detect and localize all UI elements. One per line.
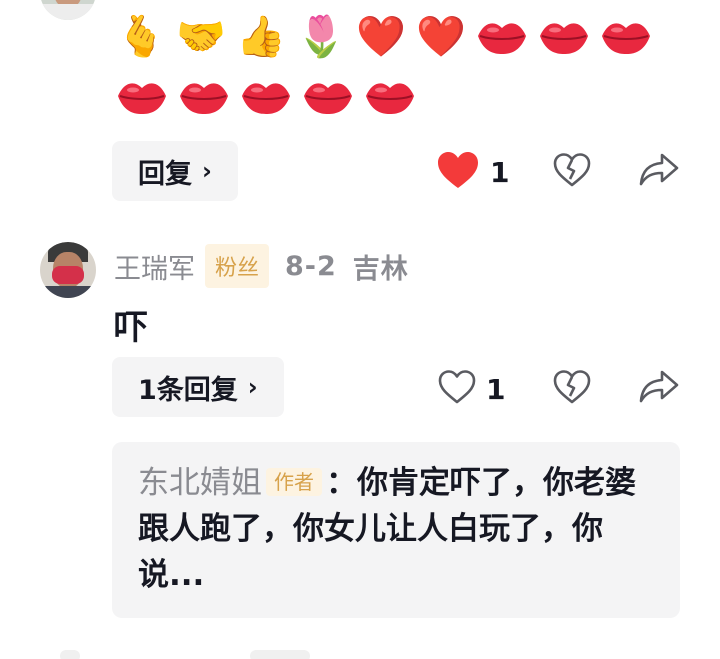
lips-emoji	[600, 12, 652, 62]
avatar[interactable]	[40, 0, 96, 20]
share-button[interactable]	[639, 152, 679, 192]
comment-text[interactable]: 吓	[114, 300, 148, 349]
flower-emoji: 🌷	[296, 14, 346, 60]
lips-emoji	[178, 72, 230, 122]
dislike-button[interactable]	[553, 369, 591, 409]
lips-emoji	[302, 72, 354, 122]
heart-icon	[438, 369, 476, 409]
handshake-emoji: 🤝	[176, 14, 226, 60]
share-icon	[639, 152, 679, 192]
reply-preview-text: 东北婧姐 作者 ：你肯定吓了，你老婆跟人跑了，你女儿让人白玩了，你说...	[138, 460, 654, 598]
author-badge: 作者	[266, 468, 322, 496]
share-icon	[639, 369, 679, 409]
dislike-button[interactable]	[553, 152, 591, 192]
emoji-row-2	[116, 72, 416, 122]
reply-button-label: 1条回复	[138, 374, 238, 406]
lips-emoji	[240, 72, 292, 122]
lips-emoji	[364, 72, 416, 122]
reply-button-label: 回复	[138, 158, 192, 190]
comment-author-row: 王瑞军 粉丝 8-2 吉林	[114, 244, 409, 288]
username[interactable]: 王瑞军	[114, 247, 195, 286]
comment-location: 吉林	[352, 253, 409, 285]
heart-icon	[436, 150, 480, 194]
lips-emoji	[116, 72, 168, 122]
finger-heart-emoji: 🫰	[116, 14, 166, 60]
lips-emoji	[476, 12, 528, 62]
chevron-right-icon: ›	[202, 157, 212, 185]
avatar[interactable]	[40, 242, 96, 298]
share-button[interactable]	[639, 369, 679, 409]
comment-date: 8-2	[285, 250, 337, 282]
reply-button[interactable]: 回复 ›	[112, 141, 238, 201]
next-comment-badge-edge	[250, 650, 310, 659]
like-count: 1	[490, 155, 510, 189]
red-heart-emoji: ❤️	[416, 14, 466, 60]
chevron-right-icon: ›	[247, 373, 258, 401]
red-heart-emoji: ❤️	[356, 14, 406, 60]
like-count: 1	[486, 372, 506, 406]
next-comment-avatar-edge	[60, 650, 80, 659]
emoji-row-1: 🫰 🤝 👍 🌷 ❤️ ❤️	[116, 12, 652, 62]
fan-badge: 粉丝	[205, 244, 270, 288]
thumbs-up-emoji: 👍	[236, 14, 286, 60]
broken-heart-icon	[553, 369, 591, 409]
like-button[interactable]: 1	[436, 150, 509, 194]
like-button[interactable]: 1	[438, 369, 505, 409]
reply-preview-card[interactable]: 东北婧姐 作者 ：你肯定吓了，你老婆跟人跑了，你女儿让人白玩了，你说...	[112, 442, 680, 618]
reply-author[interactable]: 东北婧姐	[138, 465, 262, 501]
view-replies-button[interactable]: 1条回复 ›	[112, 357, 284, 417]
broken-heart-icon	[553, 152, 591, 192]
lips-emoji	[538, 12, 590, 62]
